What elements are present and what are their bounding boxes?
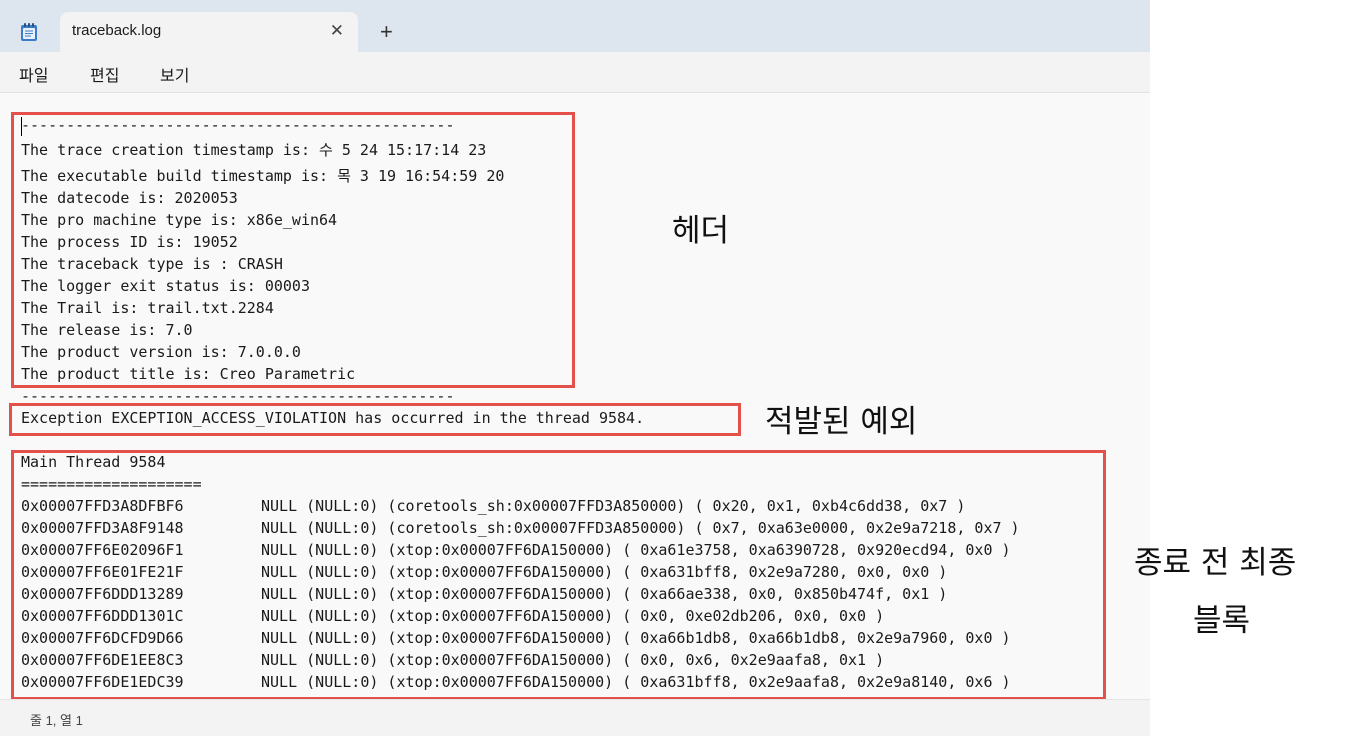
menu-view[interactable]: 보기 — [160, 62, 189, 86]
annotation-exception: 적발된 예외 — [765, 404, 918, 440]
notepad-window: traceback.log ✕ + 파일 편집 보기 -------------… — [0, 0, 1150, 736]
text-editor[interactable]: ----------------------------------------… — [0, 93, 1150, 700]
annotation-last-block-2: 블록 — [1193, 603, 1251, 639]
menu-file[interactable]: 파일 — [19, 62, 48, 86]
menu-bar: 파일 편집 보기 — [0, 52, 1150, 93]
title-bar: traceback.log ✕ + — [0, 0, 1150, 52]
tab-title: traceback.log — [72, 22, 162, 39]
header-highlight-box — [11, 112, 575, 388]
new-tab-button[interactable]: + — [380, 20, 393, 44]
close-icon[interactable]: ✕ — [330, 21, 344, 41]
tab-traceback-log[interactable]: traceback.log ✕ — [60, 12, 358, 52]
exception-highlight-box — [9, 403, 741, 436]
menu-edit[interactable]: 편집 — [90, 62, 119, 86]
cursor-position: 줄 1, 열 1 — [30, 713, 83, 728]
status-bar: 줄 1, 열 1 — [0, 699, 1150, 736]
annotation-last-block: 종료 전 최종 — [1134, 545, 1297, 581]
last-block-highlight-box — [11, 450, 1106, 700]
annotation-header: 헤더 — [672, 213, 730, 249]
notepad-icon — [21, 23, 37, 41]
